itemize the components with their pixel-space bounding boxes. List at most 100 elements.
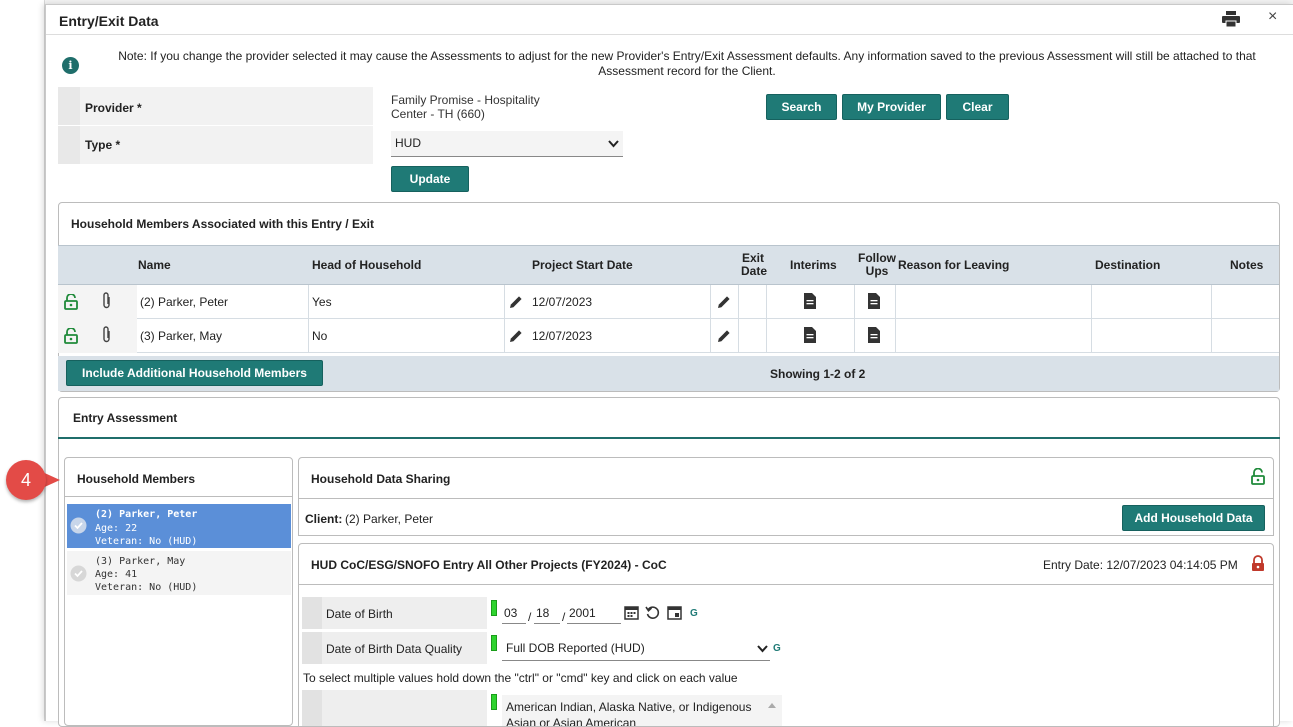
required-indicator [491,694,497,710]
search-button[interactable]: Search [766,94,837,120]
assessment-title: HUD CoC/ESG/SNOFO Entry All Other Projec… [311,558,667,572]
divider [766,319,767,353]
divider [895,319,896,353]
document-icon[interactable] [804,327,816,343]
unlock-icon[interactable] [64,294,78,310]
row-head-of-household: Yes [312,295,332,309]
member-name: (3) Parker, May [95,556,186,567]
print-icon[interactable] [1222,11,1240,27]
check-circle-icon [70,517,87,534]
calendar-today-icon[interactable] [667,605,682,620]
col-destination[interactable]: Destination [1095,259,1160,272]
row-name[interactable]: (2) Parker, Peter [140,285,228,319]
divider [504,285,505,319]
divider [738,285,739,319]
household-table-header: Name Head of Household Project Start Dat… [58,245,1279,285]
table-row: (3) Parker, May No 12/07/2023 [58,319,1279,353]
member-age: Age: 22 [95,523,138,534]
pencil-icon[interactable] [508,294,524,310]
divider [504,319,505,353]
close-icon[interactable]: × [1268,8,1277,26]
col-interims[interactable]: Interims [790,259,837,272]
col-exit-date-l2: Date [741,264,768,278]
include-household-members-button[interactable]: Include Additional Household Members [66,360,323,386]
divider [1091,319,1092,353]
document-icon[interactable] [868,327,880,343]
clear-button[interactable]: Clear [946,94,1009,120]
divider [308,319,309,353]
row-head-of-household: No [312,329,328,343]
scroll-up-icon[interactable] [768,703,776,708]
modal-title: Entry/Exit Data [59,13,159,29]
col-project-start-date[interactable]: Project Start Date [532,259,633,272]
divider [710,319,711,353]
household-member-item[interactable]: (3) Parker, May Age: 41 Veteran: No (HUD… [67,551,291,595]
col-head-of-household[interactable]: Head of Household [312,259,421,272]
document-icon[interactable] [868,293,880,309]
race-option[interactable]: American Indian, Alaska Native, or Indig… [506,699,778,715]
dob-quality-select[interactable]: Full DOB Reported (HUD) [502,636,770,661]
member-name: (2) Parker, Peter [95,509,198,520]
provider-label: Provider * [85,101,142,115]
col-reason-for-leaving[interactable]: Reason for Leaving [898,259,1009,272]
update-button[interactable]: Update [391,166,469,192]
guidance-link[interactable]: G [690,608,698,619]
entry-assessment-title: Entry Assessment [73,411,178,425]
dob-quality-label-gutter [302,632,322,664]
required-indicator [491,600,497,616]
household-members-panel: Household Members (2) Parker, Peter Age:… [64,457,293,726]
divider [65,496,292,497]
paperclip-icon[interactable] [102,292,112,309]
dob-label-gutter [302,597,322,629]
reset-icon[interactable] [645,605,660,620]
chevron-down-icon [757,645,768,653]
divider [308,285,309,319]
row-name[interactable]: (3) Parker, May [140,319,222,353]
dob-month-input[interactable]: 03 [502,602,526,624]
divider [1091,285,1092,319]
race-multiselect[interactable]: American Indian, Alaska Native, or Indig… [502,695,782,726]
info-icon: i [62,57,79,74]
col-notes[interactable]: Notes [1230,259,1263,272]
paperclip-icon[interactable] [102,326,112,343]
divider [710,285,711,319]
dob-quality-label: Date of Birth Data Quality [326,642,463,656]
divider [766,285,767,319]
col-exit-date[interactable]: Exit Date [741,252,768,278]
entry-assessment-divider [58,437,1280,439]
document-icon[interactable] [804,293,816,309]
provider-value: Family Promise - Hospitality Center - TH… [391,93,571,121]
household-entry-title: Household Members Associated with this E… [71,217,374,231]
member-veteran: Veteran: No (HUD) [95,536,198,547]
unlock-icon[interactable] [64,328,78,344]
household-members-title: Household Members [77,472,196,486]
col-name[interactable]: Name [138,259,171,272]
pencil-icon[interactable] [716,294,732,310]
unlock-icon[interactable] [1251,468,1265,485]
household-member-item[interactable]: (2) Parker, Peter Age: 22 Veteran: No (H… [67,504,291,548]
note-text: Note: If you change the provider selecte… [118,49,1256,78]
guidance-link[interactable]: G [773,643,781,654]
col-follow-ups[interactable]: Follow Ups [858,252,896,278]
household-table-footer: Include Additional Household Members Sho… [58,356,1279,391]
check-circle-icon [70,565,87,582]
dob-label: Date of Birth [326,607,393,621]
member-age: Age: 41 [95,569,138,580]
calendar-icon[interactable] [624,605,639,620]
multi-select-hint: To select multiple values hold down the … [303,671,738,685]
add-household-data-button[interactable]: Add Household Data [1122,505,1265,531]
dob-day-input[interactable]: 18 [534,602,560,624]
pencil-icon[interactable] [716,328,732,344]
household-data-sharing-title: Household Data Sharing [311,472,451,486]
dob-year-input[interactable]: 2001 [567,602,621,624]
date-separator: / [562,610,566,624]
col-follow-ups-l2: Ups [865,264,889,278]
divider [854,285,855,319]
provider-value-line1: Family Promise - Hospitality [391,93,540,107]
entry-date: Entry Date: 12/07/2023 04:14:05 PM [1043,558,1238,572]
lock-icon[interactable] [1251,555,1265,572]
modal-header: Entry/Exit Data × [46,5,1293,35]
type-select[interactable]: HUD [391,131,623,157]
pencil-icon[interactable] [508,328,524,344]
my-provider-button[interactable]: My Provider [842,94,941,120]
